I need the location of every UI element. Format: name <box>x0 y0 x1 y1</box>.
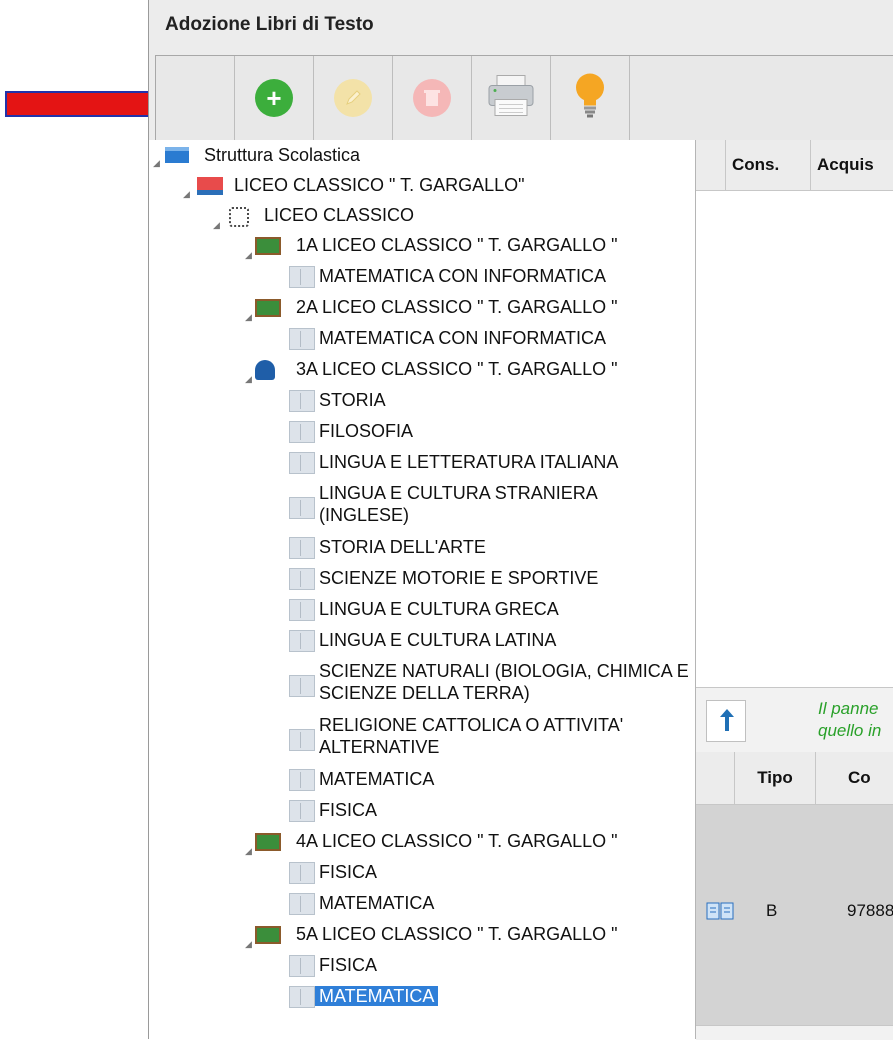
empty-toolbar-slot <box>156 56 235 140</box>
tree-node-subject[interactable]: SCIENZE NATURALI (BIOLOGIA, CHIMICA E SC… <box>319 660 689 704</box>
tree-node-subject[interactable]: FISICA <box>319 954 377 976</box>
tree-node-subject[interactable]: RELIGIONE CATTOLICA O ATTIVITA' ALTERNAT… <box>319 714 689 758</box>
tree-node-class[interactable]: 3A LICEO CLASSICO " T. GARGALLO " <box>296 358 618 380</box>
blackboard-icon <box>255 833 281 851</box>
expand-toggle-icon[interactable]: ◢ <box>153 158 160 169</box>
top-table-header: Cons. Acquis <box>696 140 893 191</box>
table-row-empty <box>696 1025 893 1040</box>
add-button[interactable]: + <box>235 56 314 140</box>
subject-document-icon <box>289 729 315 751</box>
hint-button[interactable] <box>551 56 630 140</box>
subject-document-icon <box>289 599 315 621</box>
expand-toggle-icon[interactable]: ◢ <box>245 374 252 385</box>
tree-node-class[interactable]: 1A LICEO CLASSICO " T. GARGALLO " <box>296 234 618 256</box>
move-up-button[interactable] <box>706 700 746 742</box>
table-row[interactable]: B 97888 <box>696 805 893 1025</box>
tree-node-subject[interactable]: MATEMATICA CON INFORMATICA <box>319 327 606 349</box>
subject-document-icon <box>289 537 315 559</box>
tree-node-subject[interactable]: MATEMATICA <box>319 768 434 790</box>
subject-document-icon <box>289 800 315 822</box>
tree-node-subject[interactable]: FILOSOFIA <box>319 420 413 442</box>
subject-document-icon <box>289 862 315 884</box>
tree-node-subject[interactable]: LINGUA E LETTERATURA ITALIANA <box>319 451 618 473</box>
tree-node-subject[interactable]: LINGUA E CULTURA GRECA <box>319 598 559 620</box>
window-title: Adozione Libri di Testo <box>165 14 374 35</box>
tree-node-subject[interactable]: SCIENZE MOTORIE E SPORTIVE <box>319 567 598 589</box>
column-blank <box>696 752 734 804</box>
expand-toggle-icon[interactable]: ◢ <box>245 250 252 261</box>
printer-icon <box>487 74 535 123</box>
tree-node-class[interactable]: 4A LICEO CLASSICO " T. GARGALLO " <box>296 830 618 852</box>
subject-document-icon <box>289 986 315 1008</box>
school-building-icon <box>197 177 223 195</box>
blackboard-icon <box>255 237 281 255</box>
print-button[interactable] <box>472 56 551 140</box>
school-structure-icon <box>165 147 189 163</box>
column-tipo[interactable]: Tipo <box>734 752 815 804</box>
tree-node-subject[interactable]: STORIA <box>319 389 386 411</box>
expand-toggle-icon[interactable]: ◢ <box>213 220 220 231</box>
school-structure-tree[interactable]: ◢ Struttura Scolastica ◢ LICEO CLASSICO " T… <box>149 140 696 1039</box>
subject-document-icon <box>289 630 315 652</box>
tree-node-subject[interactable]: FISICA <box>319 799 377 821</box>
subject-document-icon <box>289 452 315 474</box>
tree-node-class[interactable]: 2A LICEO CLASSICO " T. GARGALLO " <box>296 296 618 318</box>
tree-node-subject[interactable]: MATEMATICA <box>319 892 434 914</box>
subject-document-icon <box>289 893 315 915</box>
tree-node-course[interactable]: LICEO CLASSICO <box>264 204 414 226</box>
trash-icon <box>413 79 451 117</box>
info-note: Il panne quello in <box>696 687 893 753</box>
blackboard-icon <box>255 926 281 944</box>
tree-node-school[interactable]: LICEO CLASSICO " T. GARGALLO" <box>234 174 525 196</box>
subject-document-icon <box>289 497 315 519</box>
subject-document-icon <box>289 421 315 443</box>
column-cons[interactable]: Cons. <box>725 140 779 190</box>
subject-document-icon <box>289 328 315 350</box>
books-table-header: Tipo Co <box>696 752 893 805</box>
row-tipo: B <box>766 901 778 920</box>
subject-document-icon <box>289 266 315 288</box>
plus-circle-icon: + <box>255 79 293 117</box>
course-hierarchy-icon <box>229 207 249 227</box>
tree-node-subject[interactable]: STORIA DELL'ARTE <box>319 536 486 558</box>
subject-document-icon <box>289 955 315 977</box>
column-code[interactable]: Co <box>815 752 871 804</box>
tree-node-subject[interactable]: MATEMATICA <box>315 985 439 1007</box>
subject-document-icon <box>289 769 315 791</box>
row-code: 97888 <box>847 901 893 920</box>
column-acquis[interactable]: Acquis <box>810 140 874 190</box>
expand-toggle-icon[interactable]: ◢ <box>245 312 252 323</box>
delete-button[interactable] <box>393 56 472 140</box>
subject-document-icon <box>289 390 315 412</box>
expand-toggle-icon[interactable]: ◢ <box>245 939 252 950</box>
subject-document-icon <box>289 675 315 697</box>
teacher-icon <box>255 360 275 380</box>
expand-toggle-icon[interactable]: ◢ <box>245 846 252 857</box>
tree-node-subject[interactable]: FISICA <box>319 861 377 883</box>
tree-node-subject[interactable]: MATEMATICA CON INFORMATICA <box>319 265 606 287</box>
tree-node-class[interactable]: 5A LICEO CLASSICO " T. GARGALLO " <box>296 923 618 945</box>
book-icon <box>706 901 734 926</box>
blackboard-icon <box>255 299 281 317</box>
tree-node-subject[interactable]: LINGUA E CULTURA LATINA <box>319 629 556 651</box>
subject-document-icon <box>289 568 315 590</box>
edit-button[interactable] <box>314 56 393 140</box>
pencil-icon <box>334 79 372 117</box>
arrow-up-icon <box>720 709 734 731</box>
right-panel: Cons. Acquis Il panne quello in Tipo Co … <box>696 140 893 1040</box>
info-note-text: Il panne quello in <box>818 699 882 740</box>
selected-subject-highlight[interactable]: MATEMATICA <box>315 986 439 1006</box>
tree-node-subject[interactable]: LINGUA E CULTURA STRANIERA (INGLESE) <box>319 482 689 526</box>
tree-node-root[interactable]: Struttura Scolastica <box>204 144 360 166</box>
expand-toggle-icon[interactable]: ◢ <box>183 189 190 200</box>
toolbar: + <box>155 55 893 141</box>
lightbulb-icon <box>573 72 607 125</box>
